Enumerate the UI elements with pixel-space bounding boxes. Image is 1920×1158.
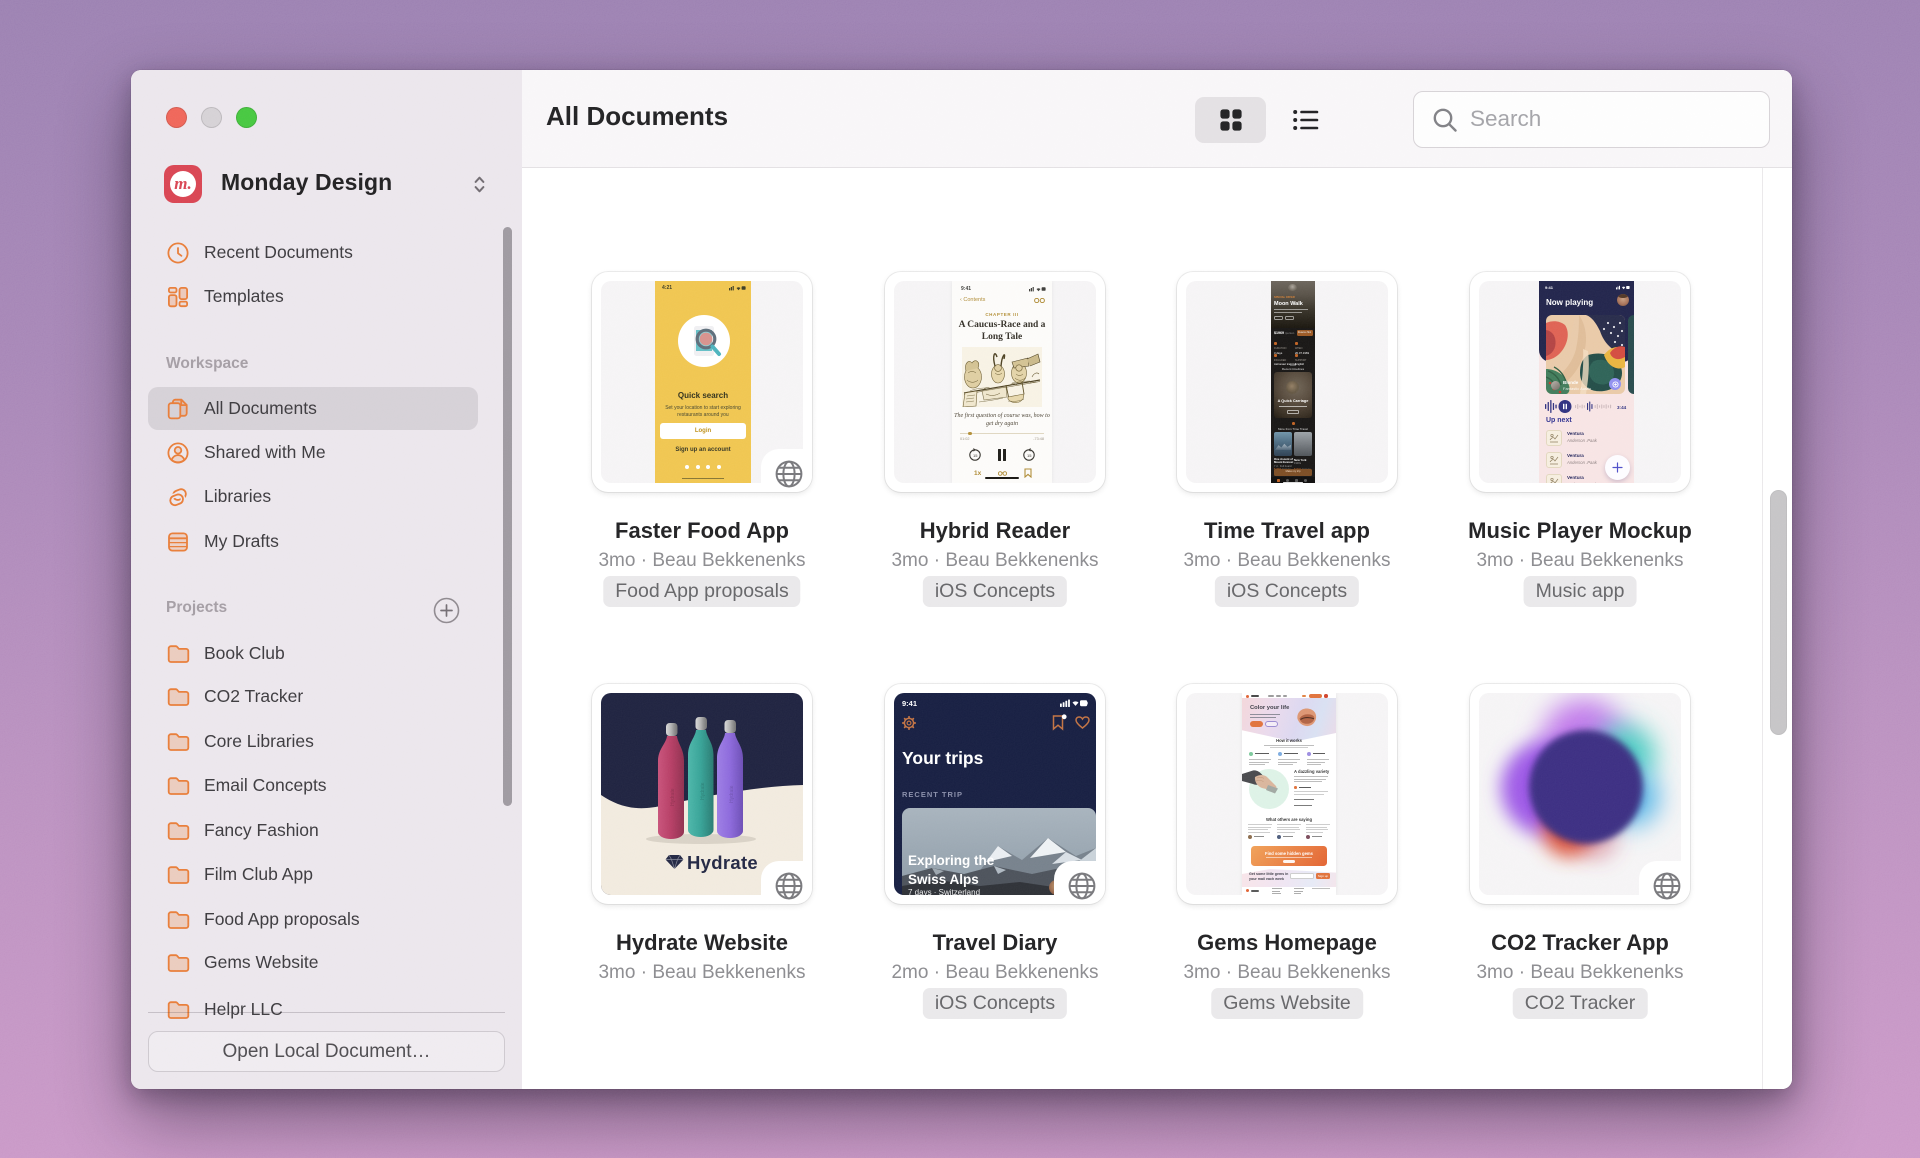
svg-text:Hydrate: Hydrate	[687, 852, 758, 873]
svg-text:Hydrate: Hydrate	[700, 782, 706, 800]
svg-text:15: 15	[1027, 453, 1032, 458]
svg-text:3:44: 3:44	[1617, 405, 1627, 410]
svg-text:15: 15	[973, 453, 978, 458]
svg-text:Hydrate: Hydrate	[670, 788, 676, 806]
svg-text:Hydrate: Hydrate	[729, 785, 735, 803]
